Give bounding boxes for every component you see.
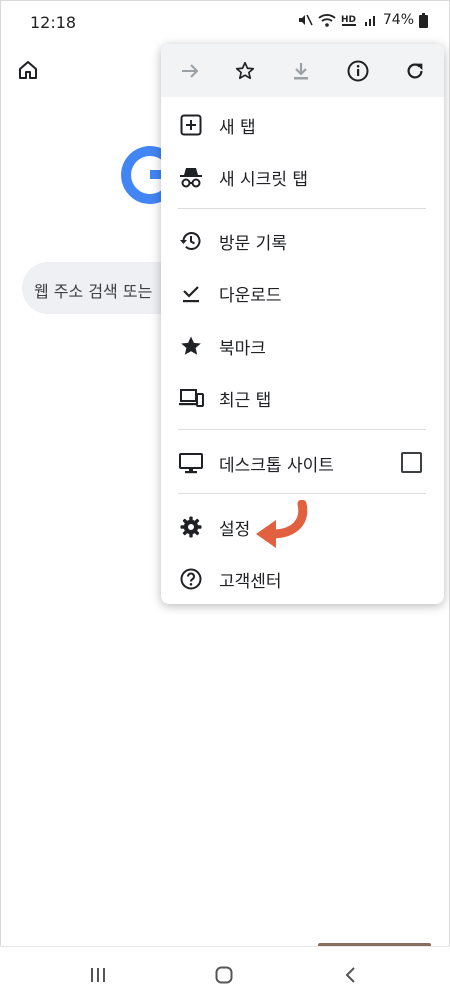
- recents-button[interactable]: [86, 963, 110, 987]
- menu-item-new-incognito-tab[interactable]: 새 시크릿 탭: [161, 150, 444, 202]
- menu-divider: [178, 493, 426, 494]
- battery-icon: [419, 12, 428, 28]
- svg-text:HD: HD: [341, 15, 356, 25]
- search-placeholder: 웹 주소 검색 또는: [34, 282, 153, 301]
- reload-button[interactable]: [401, 57, 429, 85]
- menu-item-bookmarks[interactable]: 북마크: [161, 319, 444, 371]
- menu-item-label: 새 탭: [219, 118, 256, 138]
- reload-icon: [407, 63, 423, 79]
- signal-icon: [364, 16, 375, 26]
- status-time: 12:18: [30, 13, 77, 32]
- menu-item-downloads[interactable]: 다운로드: [161, 266, 444, 318]
- menu-item-desktop-site[interactable]: 데스크톱 사이트: [161, 436, 444, 488]
- wifi-icon: [318, 14, 336, 27]
- hd-icon: HD: [341, 15, 356, 26]
- menu-item-label: 최근 탭: [219, 391, 272, 411]
- status-bar: 12:18 HD 74%: [0, 0, 450, 44]
- system-nav-bar: [0, 946, 450, 1000]
- menu-item-help[interactable]: 고객센터: [161, 552, 444, 604]
- bookmarks-icon: [181, 336, 201, 355]
- download-icon: [294, 63, 308, 80]
- recent-tabs-icon: [179, 389, 204, 407]
- menu-divider: [178, 208, 426, 209]
- info-icon: [347, 60, 369, 82]
- back-icon: [345, 967, 355, 983]
- home-icon[interactable]: [16, 58, 40, 82]
- menu-item-label: 다운로드: [219, 286, 282, 306]
- new-tab-icon: [180, 114, 202, 136]
- menu-item-new-tab[interactable]: 새 탭: [161, 98, 444, 150]
- downloads-icon: [183, 286, 199, 303]
- forward-button[interactable]: [176, 57, 204, 85]
- annotation-arrow-icon: [256, 500, 308, 548]
- menu-item-label: 고객센터: [219, 572, 282, 592]
- menu-toolbar: [161, 44, 444, 97]
- back-button[interactable]: [338, 963, 362, 987]
- forward-icon: [182, 64, 199, 78]
- menu-item-label: 데스크톱 사이트: [219, 456, 334, 476]
- settings-icon: [180, 516, 202, 538]
- menu-item-label: 새 시크릿 탭: [219, 170, 309, 190]
- incognito-icon: [180, 168, 202, 188]
- home-nav-icon: [215, 966, 233, 984]
- status-icons: HD 74%: [297, 12, 428, 28]
- page-info-button[interactable]: [344, 57, 372, 85]
- menu-divider: [178, 429, 426, 430]
- help-icon: [180, 568, 202, 590]
- menu-item-label: 설정: [219, 520, 251, 540]
- desktop-icon: [179, 453, 203, 474]
- recents-icon: [91, 968, 105, 982]
- menu-item-label: 방문 기록: [219, 234, 287, 254]
- menu-item-label: 북마크: [219, 339, 266, 359]
- mute-icon: [298, 14, 313, 26]
- bookmark-button[interactable]: [231, 57, 259, 85]
- history-icon: [180, 232, 201, 250]
- home-nav-button[interactable]: [212, 963, 236, 987]
- download-page-button[interactable]: [287, 57, 315, 85]
- menu-item-recent-tabs[interactable]: 최근 탭: [161, 371, 444, 423]
- menu-item-history[interactable]: 방문 기록: [161, 214, 444, 266]
- bookmark-star-icon: [235, 61, 255, 80]
- desktop-site-checkbox[interactable]: [401, 452, 422, 473]
- battery-percent: 74%: [382, 12, 414, 28]
